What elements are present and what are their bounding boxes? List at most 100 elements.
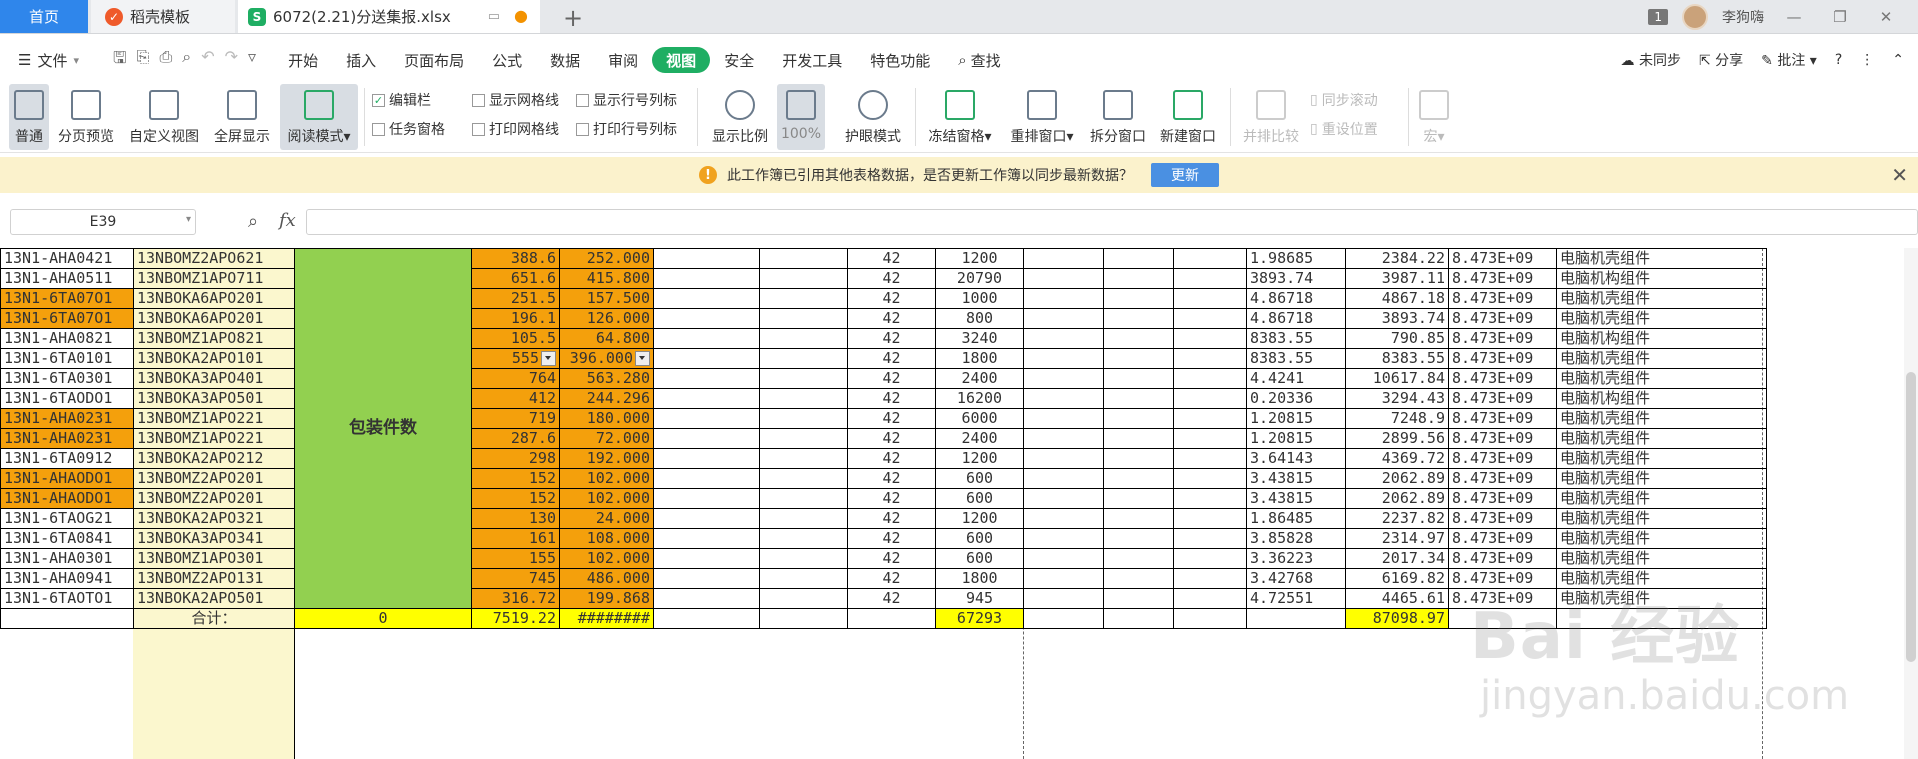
cell-quantity-code[interactable]: 42 bbox=[847, 568, 936, 589]
cell-weight[interactable]: 745 bbox=[471, 568, 560, 589]
cell-hs-code[interactable]: 8.473E+09 bbox=[1448, 308, 1557, 329]
cell-description[interactable]: 电脑机构组件 bbox=[1556, 388, 1767, 409]
user-name[interactable]: 李狗嗨 bbox=[1722, 7, 1764, 27]
total-net-weight[interactable]: ######## bbox=[559, 608, 654, 629]
cell-material-code[interactable]: 13NBOMZ2APO621 bbox=[133, 248, 295, 269]
cell-part-code[interactable]: 13N1-AHA0301 bbox=[0, 548, 134, 569]
cell-empty[interactable] bbox=[1103, 488, 1174, 509]
cell-pieces[interactable]: 945 bbox=[935, 588, 1024, 609]
rearrange-window-button[interactable]: 重排窗口▾ bbox=[1004, 84, 1080, 150]
total-label[interactable]: 合计： bbox=[133, 608, 295, 629]
cell-empty[interactable] bbox=[1103, 328, 1174, 349]
cell-unit-price[interactable]: 0.20336 bbox=[1246, 388, 1346, 409]
cell-net-weight[interactable]: 72.000 bbox=[559, 428, 654, 449]
cell-part-code[interactable]: 13N1-6TA07O1 bbox=[0, 288, 134, 309]
cell-part-code[interactable]: 13N1-6TA0301 bbox=[0, 368, 134, 389]
cell-unit-price[interactable]: 4.86718 bbox=[1246, 288, 1346, 309]
cell-amount[interactable]: 2237.82 bbox=[1345, 508, 1449, 529]
cell-weight[interactable]: 105.5 bbox=[471, 328, 560, 349]
cell-empty[interactable] bbox=[1103, 288, 1174, 309]
read-mode-button[interactable]: 阅读模式▾ bbox=[280, 84, 358, 150]
cell-empty[interactable] bbox=[653, 388, 760, 409]
cell-pieces[interactable]: 1200 bbox=[935, 448, 1024, 469]
cell-net-weight[interactable]: 252.000 bbox=[559, 248, 654, 269]
cell-weight[interactable]: 152 bbox=[471, 468, 560, 489]
cell-empty[interactable] bbox=[1023, 468, 1104, 489]
cell-amount[interactable]: 4867.18 bbox=[1345, 288, 1449, 309]
tab-home[interactable]: 首页 bbox=[0, 0, 88, 33]
cell-hs-code[interactable]: 8.473E+09 bbox=[1448, 408, 1557, 429]
cell-material-code[interactable]: 13NBOKA3APO401 bbox=[133, 368, 295, 389]
table-row[interactable]: 13N1-AHA0511 13NBOMZ1APO711 651.6 415.800 42… bbox=[0, 268, 1767, 289]
cell-hs-code[interactable]: 8.473E+09 bbox=[1448, 248, 1557, 269]
cell-amount[interactable]: 4465.61 bbox=[1345, 588, 1449, 609]
cell-material-code[interactable]: 13NBOMZ2APO201 bbox=[133, 488, 295, 509]
cell-material-code[interactable]: 13NBOMZ2APO201 bbox=[133, 468, 295, 489]
cell-empty[interactable] bbox=[1103, 548, 1174, 569]
total-weight[interactable]: 7519.22 bbox=[471, 608, 560, 629]
cell-empty[interactable] bbox=[653, 268, 760, 289]
zoom-100-button[interactable]: 100% bbox=[777, 84, 825, 150]
cell-empty[interactable] bbox=[1173, 268, 1247, 289]
close-icon[interactable]: ✕ bbox=[1870, 8, 1902, 26]
cell-empty[interactable] bbox=[1023, 568, 1104, 589]
filter-dropdown-icon[interactable] bbox=[635, 351, 650, 366]
cell-empty[interactable] bbox=[1103, 308, 1174, 329]
cell-description[interactable]: 电脑机壳组件 bbox=[1556, 548, 1767, 569]
cell-part-code[interactable]: 13N1-6TAODO1 bbox=[0, 388, 134, 409]
cell-empty[interactable] bbox=[759, 548, 848, 569]
table-row[interactable]: 13N1-6TA07O1 13NBOKA6APO201 196.1 126.000 42… bbox=[0, 308, 1767, 329]
cell-empty[interactable] bbox=[759, 528, 848, 549]
cell-material-code[interactable]: 13NBOMZ2APO131 bbox=[133, 568, 295, 589]
cell-part-code[interactable]: 13N1-6TA07O1 bbox=[0, 308, 134, 329]
cell-description[interactable]: 电脑机壳组件 bbox=[1556, 528, 1767, 549]
cell-net-weight[interactable]: 102.000 bbox=[559, 548, 654, 569]
total-row[interactable]: 合计： 0 7519.22 ######## 67293 87098.97 bbox=[0, 608, 1767, 629]
cell-empty[interactable] bbox=[1173, 348, 1247, 369]
cell-quantity-code[interactable]: 42 bbox=[847, 468, 936, 489]
cell-empty[interactable] bbox=[1103, 588, 1174, 609]
cell-empty[interactable] bbox=[653, 308, 760, 329]
sync-button[interactable]: ☁ 未同步 bbox=[1621, 50, 1681, 70]
cell-hs-code[interactable]: 8.473E+09 bbox=[1448, 468, 1557, 489]
cell-part-code[interactable]: 13N1-AHA0821 bbox=[0, 328, 134, 349]
new-tab-button[interactable]: + bbox=[563, 4, 583, 32]
total-count[interactable]: 0 bbox=[294, 608, 472, 629]
cell-empty[interactable] bbox=[653, 468, 760, 489]
cell-empty[interactable] bbox=[653, 588, 760, 609]
cell-empty[interactable] bbox=[1103, 408, 1174, 429]
table-row[interactable]: 13N1-AHAODO1 13NBOMZ2APO201 152 102.000 42 60… bbox=[0, 488, 1767, 509]
share-button[interactable]: ⇱ 分享 bbox=[1699, 50, 1743, 70]
cell-empty[interactable] bbox=[653, 348, 760, 369]
cell-net-weight[interactable]: 108.000 bbox=[559, 528, 654, 549]
cell-amount[interactable]: 10617.84 bbox=[1345, 368, 1449, 389]
table-row[interactable]: 13N1-6TA0912 13NBOKA2APO212 298 192.000 42 12… bbox=[0, 448, 1767, 469]
cell-empty[interactable] bbox=[1103, 468, 1174, 489]
cell-quantity-code[interactable]: 42 bbox=[847, 268, 936, 289]
cell-empty[interactable] bbox=[759, 288, 848, 309]
table-row[interactable]: 13N1-AHA0231 13NBOMZ1APO221 287.6 72.000 42 2… bbox=[0, 428, 1767, 449]
print-gridlines-checkbox[interactable]: 打印网格线 bbox=[472, 119, 559, 139]
cell-empty[interactable] bbox=[1023, 548, 1104, 569]
table-row[interactable]: 13N1-AHA0421 13NBOMZ2APO621 包装件数 388.6 252.0… bbox=[0, 248, 1767, 609]
cell-unit-price[interactable]: 8383.55 bbox=[1246, 328, 1346, 349]
cell-material-code[interactable]: 13NBOMZ1APO821 bbox=[133, 328, 295, 349]
cell-net-weight[interactable]: 563.280 bbox=[559, 368, 654, 389]
cell-unit-price[interactable]: 3.36223 bbox=[1246, 548, 1346, 569]
cell-amount[interactable]: 3294.43 bbox=[1345, 388, 1449, 409]
cell-empty[interactable] bbox=[759, 428, 848, 449]
cell-net-weight[interactable]: 64.800 bbox=[559, 328, 654, 349]
cell-description[interactable]: 电脑机构组件 bbox=[1556, 328, 1767, 349]
cell-pieces[interactable]: 1200 bbox=[935, 508, 1024, 529]
cell-empty[interactable] bbox=[1173, 608, 1247, 629]
cell-pieces[interactable]: 3240 bbox=[935, 328, 1024, 349]
cell-net-weight[interactable]: 396.000 bbox=[559, 348, 654, 369]
annotate-button[interactable]: ✎ 批注 ▾ bbox=[1761, 50, 1817, 70]
cell-empty[interactable] bbox=[0, 608, 134, 629]
table-row[interactable]: 13N1-6TA0841 13NBOKA3APO341 161 108.000 42 60… bbox=[0, 528, 1767, 549]
cell-amount[interactable]: 790.85 bbox=[1345, 328, 1449, 349]
cell-empty[interactable] bbox=[653, 548, 760, 569]
cell-quantity-code[interactable]: 42 bbox=[847, 308, 936, 329]
undo-icon[interactable]: ↶ bbox=[201, 47, 214, 74]
cell-empty[interactable] bbox=[1173, 328, 1247, 349]
